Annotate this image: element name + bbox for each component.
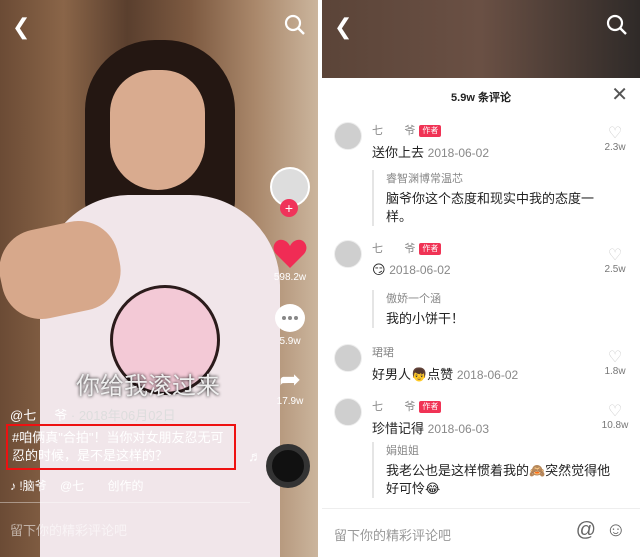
author-handle[interactable]: @七 爷 — [10, 408, 67, 423]
comment-input[interactable]: 留下你的精彩评论吧 — [10, 520, 127, 539]
avatar[interactable] — [334, 398, 362, 426]
search-icon[interactable] — [284, 14, 306, 42]
comment-author[interactable]: 七 爷作者 — [372, 122, 442, 138]
video-panel[interactable]: ❮ + 598.2w 5.9w ➦ 17.9w ♬ 你给我滚过来 @七 爷 · … — [0, 0, 318, 557]
follow-plus-icon[interactable]: + — [280, 199, 298, 217]
comment-author[interactable]: 七 爷作者 — [372, 240, 442, 256]
like-button[interactable]: 598.2w — [268, 238, 312, 283]
heart-icon — [273, 238, 307, 268]
heart-outline-icon: ♡ — [607, 349, 623, 366]
reply-text: 我的小饼干！ — [386, 311, 465, 326]
author-badge: 作者 — [419, 243, 442, 256]
avatar[interactable] — [334, 240, 362, 268]
share-arrow-icon: ➦ — [279, 364, 301, 394]
heart-outline-icon: ♡ — [607, 403, 623, 420]
emoji-icon[interactable]: ☺ — [606, 519, 626, 542]
reply-block: 傲娇一个涵 我的小饼干！ — [372, 290, 612, 328]
video-person-face — [110, 70, 205, 190]
divider — [0, 502, 250, 503]
search-icon[interactable] — [606, 14, 628, 42]
comment-like-button[interactable]: ♡ 2.3w — [600, 125, 630, 154]
reply-text: 我老公也是这样惯着我的🙈突然觉得他好可怜😂 — [386, 463, 611, 496]
heart-outline-icon: ♡ — [607, 125, 623, 142]
comment-text: 珍惜记得 2018-06-03 — [372, 421, 490, 436]
back-icon[interactable]: ❮ — [334, 14, 352, 40]
reply-block: 娟姐姐 我老公也是这样惯着我的🙈突然觉得他好可怜😂 — [372, 442, 612, 498]
video-backdrop — [322, 0, 640, 78]
author-badge: 作者 — [419, 125, 442, 138]
music-credit[interactable]: ♪ !脑爷 @七 创作的 — [10, 477, 144, 494]
comment-author[interactable]: 七 爷作者 — [372, 398, 442, 414]
comment-count: 5.9w — [279, 336, 301, 347]
reply-author[interactable]: 娟姐姐 — [386, 442, 612, 458]
avatar[interactable] — [334, 344, 362, 372]
comment-input[interactable]: 留下你的精彩评论吧 — [334, 525, 451, 544]
comment-like-button[interactable]: ♡ 1.8w — [600, 349, 630, 378]
video-caption: #咱俩真"合拍"！当你对女朋友忍无可忍的时候，是不是这样的？ — [6, 424, 236, 470]
video-subtitle: 你给我滚过来 — [76, 373, 220, 400]
comment-author[interactable]: 珺珺 — [372, 344, 394, 360]
share-button[interactable]: ➦ 17.9w — [268, 366, 312, 407]
comment-button[interactable]: 5.9w — [268, 304, 312, 347]
comment-text: 😏 2018-06-02 — [372, 262, 451, 277]
reply-author[interactable]: 睿智渊博常温芯 — [386, 170, 612, 186]
reply-block: 睿智渊博常温芯 脑爷你这个态度和现实中我的态度一样。 — [372, 170, 612, 226]
author-badge: 作者 — [419, 401, 442, 414]
avatar[interactable] — [334, 122, 362, 150]
share-count: 17.9w — [276, 396, 304, 407]
reply-author[interactable]: 傲娇一个涵 — [386, 290, 612, 306]
post-date: · 2018年06月02日 — [70, 408, 176, 423]
comment-input-bar: 留下你的精彩评论吧 @ ☺ — [322, 508, 640, 557]
comment-like-button[interactable]: ♡ 2.5w — [600, 247, 630, 276]
comment-like-button[interactable]: ♡ 10.8w — [600, 403, 630, 432]
author-line: @七 爷 · 2018年06月02日 — [10, 405, 176, 424]
comment-text: 送你上去 2018-06-02 — [372, 145, 490, 160]
comment-bubble-icon — [275, 304, 305, 332]
comments-panel: ❮ 5.9w 条评论 ✕ 七 爷作者 送你上去 2018-06-02 ♡ 2.3w… — [322, 0, 640, 557]
comment-sheet: 5.9w 条评论 ✕ 七 爷作者 送你上去 2018-06-02 ♡ 2.3w 睿… — [322, 78, 640, 557]
music-note-icon: ♬ — [248, 448, 262, 464]
close-icon[interactable]: ✕ — [611, 82, 628, 107]
like-count: 598.2w — [273, 272, 307, 283]
reply-text: 脑爷你这个态度和现实中我的态度一样。 — [386, 191, 595, 224]
heart-outline-icon: ♡ — [607, 247, 623, 264]
back-icon[interactable]: ❮ — [12, 14, 30, 40]
comment-sheet-title: 5.9w 条评论 — [451, 92, 511, 104]
music-disc[interactable] — [266, 444, 310, 488]
mention-icon[interactable]: @ — [576, 519, 596, 542]
comment-text: 好男人👦点赞 2018-06-02 — [372, 367, 519, 382]
